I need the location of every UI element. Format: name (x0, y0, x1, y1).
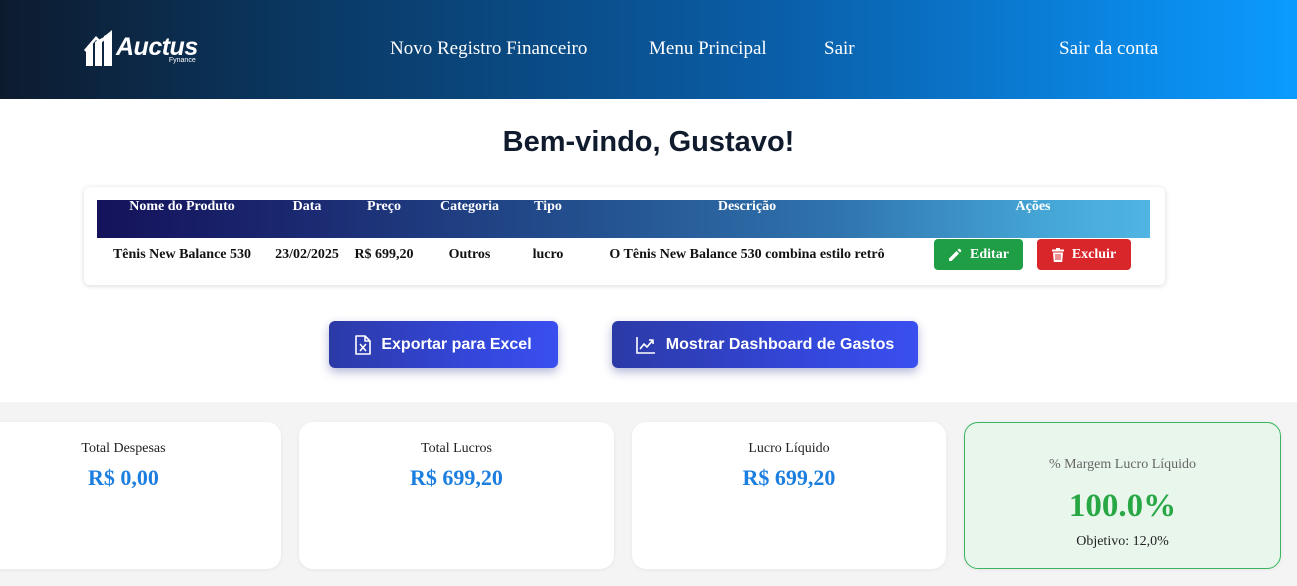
export-excel-label: Exportar para Excel (381, 335, 532, 353)
card-value: R$ 0,00 (88, 465, 159, 490)
cell-categoria: Outros (448, 247, 491, 262)
card-value: R$ 699,20 (410, 465, 503, 490)
column-header-acoes: Ações (1015, 199, 1051, 214)
card-value: R$ 699,20 (742, 465, 836, 490)
show-dashboard-button[interactable]: Mostrar Dashboard de Gastos (612, 321, 918, 368)
column-header-data: Data (292, 199, 322, 214)
card-label: Total Despesas (81, 441, 166, 456)
card-total-lucros: Total Lucros R$ 699,20 (299, 422, 614, 569)
show-dashboard-label: Mostrar Dashboard de Gastos (665, 335, 895, 353)
cell-nome: Tênis New Balance 530 (112, 247, 252, 262)
nav-sair-da-conta[interactable]: Sair da conta (1059, 37, 1158, 61)
cell-data: 23/02/2025 (275, 247, 339, 262)
top-navbar: Auctus Fynance Novo Registro Financeiro … (0, 0, 1297, 99)
column-header-categoria: Categoria (439, 199, 500, 214)
card-label: Lucro Líquido (748, 441, 830, 456)
auctus-logo-icon (84, 30, 112, 66)
card-total-despesas: Total Despesas R$ 0,00 (0, 422, 281, 569)
cell-preco: R$ 699,20 (354, 247, 414, 262)
column-header-tipo: Tipo (534, 199, 562, 214)
margin-percent: 100.0% (1068, 488, 1177, 524)
delete-button[interactable]: Excluir (1037, 239, 1131, 270)
column-header-nome: Nome do Produto (129, 199, 235, 214)
records-table: Nome do Produto Data Preço Categoria Tip… (84, 187, 1165, 285)
page-title: Bem-vindo, Gustavo! (502, 126, 795, 158)
logo[interactable]: Auctus Fynance (84, 30, 214, 70)
edit-button[interactable]: Editar (934, 239, 1023, 270)
card-label: Total Lucros (421, 441, 492, 456)
card-lucro-liquido: Lucro Líquido R$ 699,20 (632, 422, 946, 569)
pencil-icon (949, 248, 962, 261)
nav-sair[interactable]: Sair (824, 37, 855, 61)
cell-tipo: lucro (532, 247, 564, 262)
cell-descricao: O Tênis New Balance 530 combina estilo r… (609, 247, 885, 262)
edit-button-label: Editar (970, 246, 1009, 262)
trash-icon (1051, 247, 1064, 262)
logo-subtext: Fynance (168, 57, 196, 64)
margin-goal: Objetivo: 12,0% (1076, 534, 1169, 549)
delete-button-label: Excluir (1071, 246, 1117, 262)
trending-chart-icon (635, 336, 655, 354)
export-excel-button[interactable]: Exportar para Excel (329, 321, 558, 368)
nav-novo-registro[interactable]: Novo Registro Financeiro (390, 37, 587, 61)
card-label: % Margem Lucro Líquido (1048, 457, 1197, 472)
card-margem-lucro: % Margem Lucro Líquido 100.0% Objetivo: … (964, 422, 1281, 569)
nav-menu-principal[interactable]: Menu Principal (649, 37, 767, 61)
excel-file-icon (355, 334, 372, 355)
column-header-preco: Preço (367, 199, 401, 214)
column-header-descricao: Descrição (717, 199, 777, 214)
